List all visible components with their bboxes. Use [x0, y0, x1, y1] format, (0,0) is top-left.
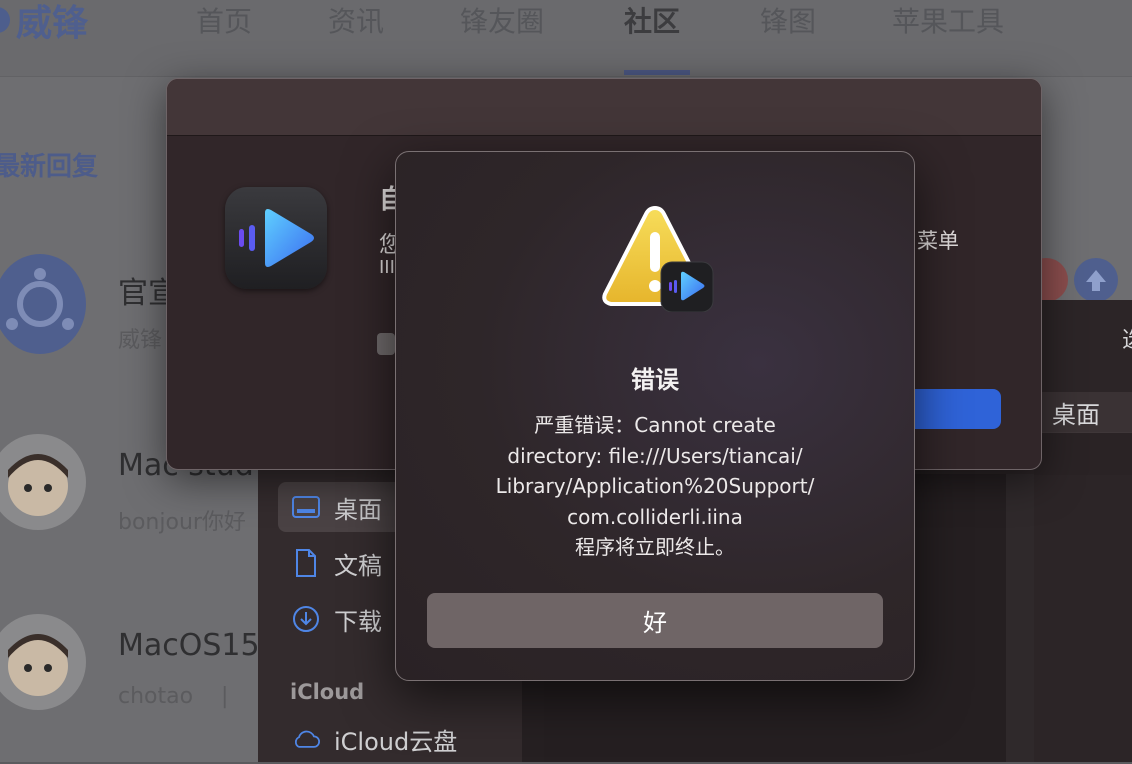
cartoon-avatar-icon	[8, 634, 68, 696]
scroll-top-icon[interactable]	[1074, 258, 1118, 302]
logo-mark-icon	[0, 7, 10, 33]
post-excerpt: bonjour你好	[118, 510, 246, 535]
nav-home[interactable]: 首页	[196, 0, 252, 38]
finder-scrollbar[interactable]	[1006, 474, 1034, 762]
logo-text: 威锋	[16, 3, 89, 44]
finder-toolbar-fragment: 选	[1122, 322, 1132, 354]
alert-title: 错误	[631, 366, 679, 394]
nav-apple-tools[interactable]: 苹果工具	[892, 0, 1004, 38]
sidebar-item-icloud-drive[interactable]: iCloud云盘	[278, 714, 514, 764]
sidebar-item-label: 下载	[334, 607, 382, 636]
install-update-button[interactable]	[911, 389, 1001, 429]
site-logo[interactable]: 威锋	[0, 0, 88, 44]
finder-location-label[interactable]: 桌面	[1040, 392, 1132, 432]
update-text-fragment: III	[379, 257, 395, 278]
site-top-nav: 威锋 首页 资讯 锋友圈 社区 锋图 苹果工具	[0, 0, 1132, 77]
warning-triangle-icon	[595, 202, 715, 313]
post-author: chotao |	[118, 684, 229, 709]
post-author: 威锋	[118, 328, 163, 353]
cartoon-avatar-icon	[8, 454, 68, 516]
desktop-icon	[292, 493, 320, 521]
auto-update-checkbox[interactable]	[377, 333, 395, 355]
error-alert: 错误 严重错误：Cannot create directory: file://…	[395, 151, 915, 681]
document-icon	[292, 549, 320, 577]
alert-message: 严重错误：Cannot create directory: file:///Us…	[495, 413, 815, 559]
weiphone-logo-icon	[6, 268, 74, 330]
cloud-icon	[292, 725, 320, 753]
finder-list-header	[1034, 432, 1132, 475]
download-icon	[292, 605, 320, 633]
dialog-titlebar	[167, 79, 1041, 136]
section-title: 最新回复	[0, 152, 99, 182]
user-avatar[interactable]	[0, 614, 86, 710]
sidebar-group-icloud: iCloud	[290, 680, 365, 704]
iina-app-icon	[225, 187, 327, 289]
sidebar-item-label: iCloud云盘	[334, 727, 458, 756]
sidebar-item-label: 桌面	[334, 495, 382, 524]
nav-gallery[interactable]: 锋图	[760, 0, 816, 38]
nav-active-indicator	[624, 70, 690, 75]
ok-button[interactable]: 好	[427, 593, 883, 648]
nav-news[interactable]: 资讯	[328, 0, 384, 38]
nav-friends[interactable]: 锋友圈	[460, 0, 544, 38]
user-avatar[interactable]	[0, 434, 86, 530]
arrow-up-icon	[1086, 270, 1106, 291]
official-avatar[interactable]	[0, 254, 86, 354]
sidebar-item-label: 文稿	[334, 551, 382, 580]
post-title[interactable]: MacOS15	[118, 628, 260, 663]
update-text-fragment: 菜单	[917, 229, 959, 253]
nav-community[interactable]: 社区	[624, 0, 680, 38]
